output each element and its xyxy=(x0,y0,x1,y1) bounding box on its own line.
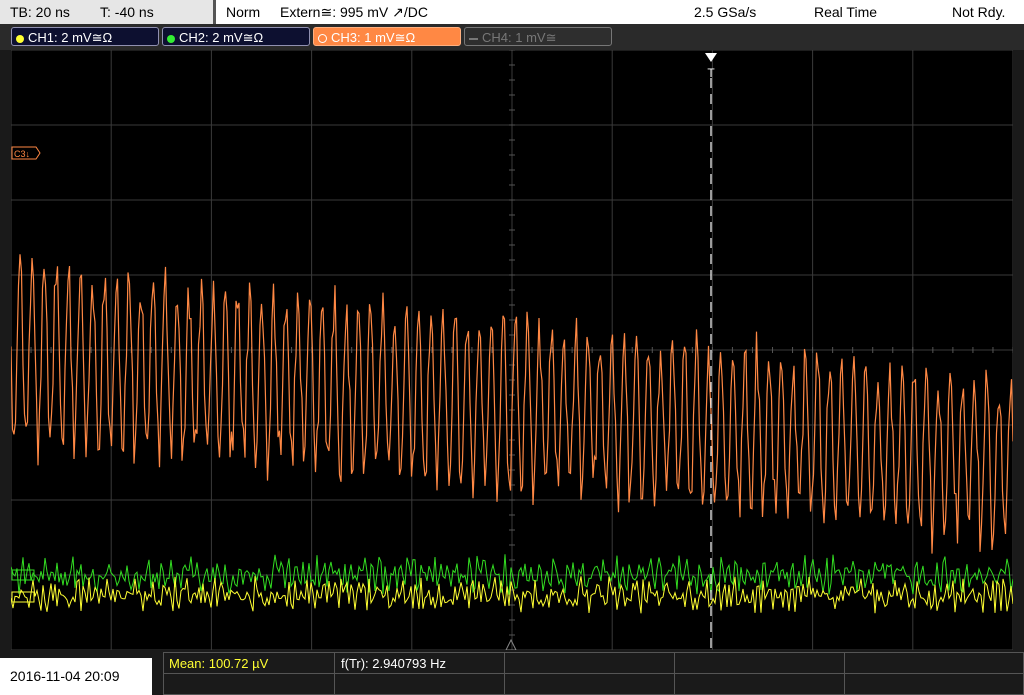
timebase-readout: TB: 20 ns xyxy=(10,4,70,20)
ch4-off-icon xyxy=(469,37,478,40)
ch3-offset-marker[interactable]: C3↓ xyxy=(11,146,41,160)
sample-rate: 2.5 GSa/s xyxy=(694,4,757,20)
panel-divider xyxy=(674,653,675,694)
trigger-mode: Norm xyxy=(226,4,261,20)
mean-measurement: Mean: 100.72 µV xyxy=(169,656,269,671)
acquisition-panel[interactable]: Norm Extern≅: 995 mV ↗/DC 2.5 GSa/s Real… xyxy=(216,0,1024,24)
ch4-label: CH4: 1 mV≅ xyxy=(482,30,557,45)
panel-divider xyxy=(844,653,845,694)
ch1-label: CH1: 2 mV≅Ω xyxy=(28,30,113,45)
channel-2-button[interactable]: CH2: 2 mV≅Ω xyxy=(162,27,310,46)
panel-divider xyxy=(334,653,335,694)
channel-bar: CH1: 2 mV≅Ω CH2: 2 mV≅Ω CH3: 1 mV≅Ω CH4:… xyxy=(0,24,1024,50)
channel-1-button[interactable]: CH1: 2 mV≅Ω xyxy=(11,27,159,46)
channel-3-button[interactable]: CH3: 1 mV≅Ω xyxy=(313,27,461,46)
ch1-dot-icon xyxy=(16,34,24,43)
trigger-marker: T xyxy=(707,66,715,80)
position-marker-icon xyxy=(505,638,517,650)
panel-divider xyxy=(504,653,505,694)
datetime: 2016-11-04 20:09 xyxy=(0,658,152,695)
trigger-arrow-icon[interactable] xyxy=(705,53,717,62)
footer: 2016-11-04 20:09 Mean: 100.72 µV f(Tr): … xyxy=(0,650,1024,695)
ch3-label: CH3: 1 mV≅Ω xyxy=(331,30,416,45)
measurement-panel[interactable]: Mean: 100.72 µV f(Tr): 2.940793 Hz xyxy=(163,652,1024,695)
waveform-canvas: T C3↓ xyxy=(11,50,1013,650)
status-bar: TB: 20 ns T: -40 ns Norm Extern≅: 995 mV… xyxy=(0,0,1024,24)
waveform-display[interactable]: T C3↓ xyxy=(11,50,1013,650)
run-status: Not Rdy. xyxy=(952,4,1006,20)
channel-4-button[interactable]: CH4: 1 mV≅ xyxy=(464,27,612,46)
trigger-time-readout: T: -40 ns xyxy=(100,4,154,20)
timebase-panel[interactable]: TB: 20 ns T: -40 ns xyxy=(0,0,216,24)
frequency-measurement: f(Tr): 2.940793 Hz xyxy=(341,656,447,671)
acquisition-mode: Real Time xyxy=(814,4,878,20)
ch2-label: CH2: 2 mV≅Ω xyxy=(179,30,264,45)
ch2-dot-icon xyxy=(167,34,175,43)
ch3-marker-label: C3↓ xyxy=(14,149,30,159)
trigger-source: Extern≅: 995 mV ↗/DC xyxy=(280,4,428,20)
panel-divider xyxy=(164,673,1023,674)
ch3-dot-icon xyxy=(318,34,327,44)
graticule xyxy=(11,50,1013,650)
